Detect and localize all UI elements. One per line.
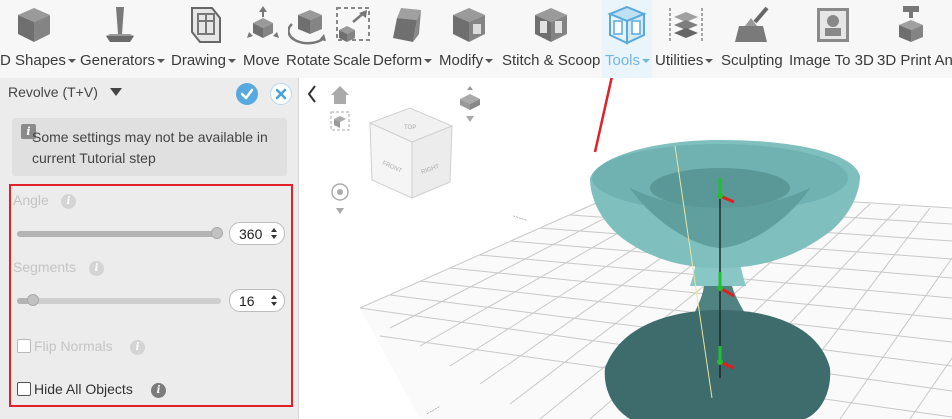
move-arrows-icon bbox=[247, 6, 279, 38]
camera-orbit-icon[interactable] bbox=[331, 183, 349, 214]
tool-label: Drawing bbox=[171, 52, 227, 69]
tool-label: 3D Print An bbox=[877, 52, 952, 69]
tool-label: Tools bbox=[605, 52, 641, 69]
stitch-scoop-icon bbox=[535, 8, 567, 42]
cancel-button[interactable] bbox=[270, 83, 292, 105]
tool-label: Modify bbox=[439, 52, 484, 69]
home-icon[interactable] bbox=[331, 86, 349, 104]
tool-utilities[interactable]: Utilities bbox=[654, 0, 720, 78]
info-icon[interactable]: i bbox=[89, 261, 104, 276]
tool-label: Rotate bbox=[286, 52, 331, 69]
tools-cube-icon bbox=[607, 5, 647, 45]
segments-slider-thumb[interactable] bbox=[27, 294, 39, 306]
panel-title: Revolve (T+V) bbox=[8, 84, 98, 100]
flip-normals-label: Flip Normals bbox=[34, 338, 113, 354]
layers-icon bbox=[669, 8, 703, 42]
tool-modify[interactable]: Modify bbox=[439, 0, 500, 78]
drawing-icon bbox=[191, 7, 221, 43]
panel-header: Revolve (T+V) bbox=[0, 78, 299, 108]
segments-slider[interactable] bbox=[17, 294, 221, 306]
spinner-icon[interactable] bbox=[271, 295, 277, 307]
tool-label: Sculpting bbox=[721, 52, 783, 69]
tool-label: Move bbox=[243, 52, 280, 69]
angle-value: 360 bbox=[239, 226, 263, 242]
info-icon[interactable]: i bbox=[151, 383, 166, 398]
tool-rotate[interactable]: Rotate bbox=[286, 0, 332, 78]
segments-value: 16 bbox=[239, 293, 255, 309]
angle-input[interactable]: 360 bbox=[229, 222, 285, 245]
chevron-left-icon[interactable] bbox=[304, 82, 320, 106]
tutorial-notice: i Some settings may not be available in … bbox=[12, 118, 287, 176]
tool-sculpting[interactable]: Sculpting bbox=[721, 0, 789, 78]
pillar-icon bbox=[106, 7, 134, 42]
tool-3d-shapes[interactable]: D Shapes bbox=[0, 0, 76, 78]
tool-label: D Shapes bbox=[0, 52, 66, 69]
rotate-cube-icon bbox=[288, 10, 326, 45]
view-cube[interactable]: TOP FRONT RIGHT bbox=[368, 107, 454, 199]
tool-label: Scale bbox=[333, 52, 371, 69]
3d-viewport[interactable]: ----- ----- TOP FRONT RIGHT bbox=[300, 78, 952, 419]
viewport-scene: ----- ----- TOP FRONT RIGHT bbox=[330, 78, 952, 419]
tool-label: Stitch & Scoop bbox=[502, 52, 601, 69]
tool-move[interactable]: Move bbox=[241, 0, 285, 78]
tool-label: Deform bbox=[373, 52, 423, 69]
angle-slider-thumb[interactable] bbox=[211, 227, 223, 239]
confirm-button[interactable] bbox=[236, 83, 258, 105]
tool-settings-panel: Revolve (T+V) i Some settings may not be… bbox=[0, 78, 299, 419]
tool-generators[interactable]: Generators bbox=[78, 0, 168, 78]
tool-tools[interactable]: Tools bbox=[602, 0, 652, 78]
checkmark-icon bbox=[240, 88, 254, 100]
cube-icon bbox=[18, 8, 50, 42]
tool-label: Image To 3D bbox=[789, 52, 874, 69]
hide-all-objects-checkbox[interactable] bbox=[17, 382, 31, 396]
notice-text: Some settings may not be available in cu… bbox=[32, 129, 268, 166]
tool-label: Utilities bbox=[655, 52, 704, 69]
modify-cube-icon bbox=[453, 8, 485, 42]
view-cube-top: TOP bbox=[404, 125, 416, 131]
segments-input[interactable]: 16 bbox=[229, 289, 285, 312]
chevron-down-icon[interactable] bbox=[110, 88, 122, 96]
deform-icon bbox=[393, 8, 421, 42]
revolve-settings-highlight: Angle i 360 Segments i 16 Flip Normals i… bbox=[9, 184, 293, 407]
image-icon bbox=[817, 8, 849, 42]
fit-view-icon[interactable] bbox=[330, 111, 350, 131]
tool-deform[interactable]: Deform bbox=[373, 0, 437, 78]
hide-all-objects-label: Hide All Objects bbox=[34, 381, 133, 397]
tool-label: Generators bbox=[80, 52, 156, 69]
spinner-icon[interactable] bbox=[271, 228, 277, 240]
printer-icon bbox=[899, 6, 923, 42]
main-toolbar: D Shapes Generators Drawing Move Rotate … bbox=[0, 0, 952, 78]
angle-slider-fill bbox=[17, 231, 217, 237]
angle-slider[interactable] bbox=[17, 227, 223, 239]
scale-box-icon bbox=[336, 7, 370, 42]
tool-drawing[interactable]: Drawing bbox=[170, 0, 240, 78]
info-icon[interactable]: i bbox=[61, 194, 76, 209]
sculpt-icon bbox=[735, 6, 769, 42]
angle-label: Angle bbox=[13, 192, 49, 208]
svg-text:-----: ----- bbox=[511, 210, 528, 224]
tool-3d-print[interactable]: 3D Print An bbox=[877, 0, 952, 78]
tool-stitch-scoop[interactable]: Stitch & Scoop bbox=[501, 0, 602, 78]
info-icon[interactable]: i bbox=[130, 340, 145, 355]
close-icon bbox=[275, 88, 287, 100]
annotation-arrow bbox=[593, 78, 613, 153]
axis-gizmo-icon[interactable] bbox=[460, 86, 480, 122]
tool-scale[interactable]: Scale bbox=[333, 0, 371, 78]
tool-image-to-3d[interactable]: Image To 3D bbox=[789, 0, 877, 78]
flip-normals-checkbox[interactable] bbox=[17, 339, 31, 353]
segments-label: Segments bbox=[13, 259, 77, 275]
